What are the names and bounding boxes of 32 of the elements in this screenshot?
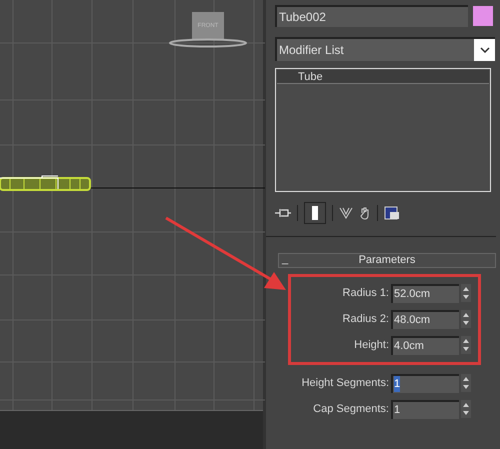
spinner-icon[interactable] <box>461 374 471 392</box>
parameter-field[interactable]: 52.0cm <box>391 284 459 302</box>
parameter-label: Cap Segments: <box>312 402 390 417</box>
spinner-icon[interactable] <box>461 336 471 354</box>
field-value: 52.0cm <box>394 286 430 302</box>
field-value: 4.0cm <box>394 338 424 354</box>
object-name-field[interactable]: Tube002 <box>275 5 468 27</box>
spinner-icon[interactable] <box>461 310 471 328</box>
modifier-list-dropdown[interactable]: Modifier List <box>275 37 495 61</box>
parameter-label: Radius 1: <box>342 286 390 301</box>
collapse-toggle[interactable]: _ <box>279 254 293 264</box>
fork-icon[interactable] <box>339 206 353 220</box>
parameter-label: Height: <box>353 338 390 353</box>
pin-icon[interactable] <box>275 207 291 219</box>
show-end-result-button[interactable] <box>304 202 326 224</box>
hand-icon[interactable] <box>359 206 371 220</box>
parameter-field[interactable]: 1 <box>391 400 459 418</box>
parameter-field[interactable]: 4.0cm <box>391 336 459 354</box>
field-value: 48.0cm <box>394 312 430 328</box>
object-color-swatch[interactable] <box>473 6 493 26</box>
rollout-title[interactable]: Parameters <box>358 252 416 269</box>
parameter-label: Height Segments: <box>300 376 390 391</box>
viewcube-ring-icon <box>168 38 248 48</box>
field-value: 1 <box>394 402 400 418</box>
parameter-label: Radius 2: <box>342 312 390 327</box>
parameter-field[interactable]: 1 <box>391 374 459 392</box>
parameter-field[interactable]: 48.0cm <box>391 310 459 328</box>
spinner-icon[interactable] <box>461 400 471 418</box>
configure-sets-icon[interactable] <box>384 206 400 220</box>
spinner-icon[interactable] <box>461 284 471 302</box>
stack-item[interactable]: Tube <box>277 70 489 84</box>
field-value: 1 <box>394 376 400 392</box>
